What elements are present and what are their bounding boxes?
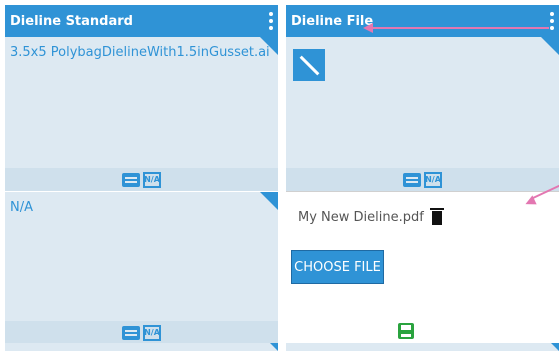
annotation-arrow-header (371, 27, 549, 29)
cell-footer: N/A (286, 168, 559, 191)
cell-text: 3.5x5 PolybagDielineWith1.5inGusset.ai (10, 45, 270, 60)
cell-file-row1[interactable]: N/A (286, 37, 559, 191)
file-name: My New Dieline.pdf (298, 210, 424, 225)
column-dieline-standard: Dieline Standard 3.5x5 PolybagDielineWit… (5, 5, 278, 351)
cell-standard-row2[interactable]: N/A N/A (5, 192, 278, 344)
column-title: Dieline File (291, 13, 374, 29)
cell-footer: N/A (5, 321, 278, 344)
note-icon[interactable] (403, 172, 421, 187)
save-icon[interactable] (398, 323, 414, 339)
cell-standard-row1[interactable]: 3.5x5 PolybagDielineWith1.5inGusset.ai N… (5, 37, 278, 191)
corner-marker (260, 192, 278, 210)
na-icon[interactable]: N/A (143, 324, 161, 341)
next-row-strip (286, 343, 559, 351)
cell-text: N/A (10, 200, 33, 215)
cell-footer: N/A (5, 168, 278, 191)
no-image-icon (293, 49, 325, 81)
file-line: My New Dieline.pdf (298, 207, 444, 225)
note-icon[interactable] (122, 325, 140, 340)
cell-file-row2-editing[interactable]: My New Dieline.pdf CHOOSE FILE (286, 191, 559, 345)
column-header: Dieline Standard (5, 5, 278, 37)
dieline-grid: Dieline Standard 3.5x5 PolybagDielineWit… (5, 5, 559, 351)
kebab-menu-icon[interactable] (549, 12, 555, 30)
na-icon[interactable]: N/A (143, 171, 161, 188)
corner-marker (541, 37, 559, 55)
annotation-arrowhead (363, 23, 373, 33)
kebab-menu-icon[interactable] (268, 12, 274, 30)
note-icon[interactable] (122, 172, 140, 187)
column-dieline-file: Dieline File N/A My New Dieline.pdf CHOO… (286, 5, 559, 351)
choose-file-button[interactable]: CHOOSE FILE (291, 250, 384, 284)
trash-icon[interactable] (429, 207, 444, 225)
column-title: Dieline Standard (10, 13, 133, 29)
next-row-strip (5, 343, 278, 351)
na-icon[interactable]: N/A (424, 171, 442, 188)
column-header: Dieline File (286, 5, 559, 37)
